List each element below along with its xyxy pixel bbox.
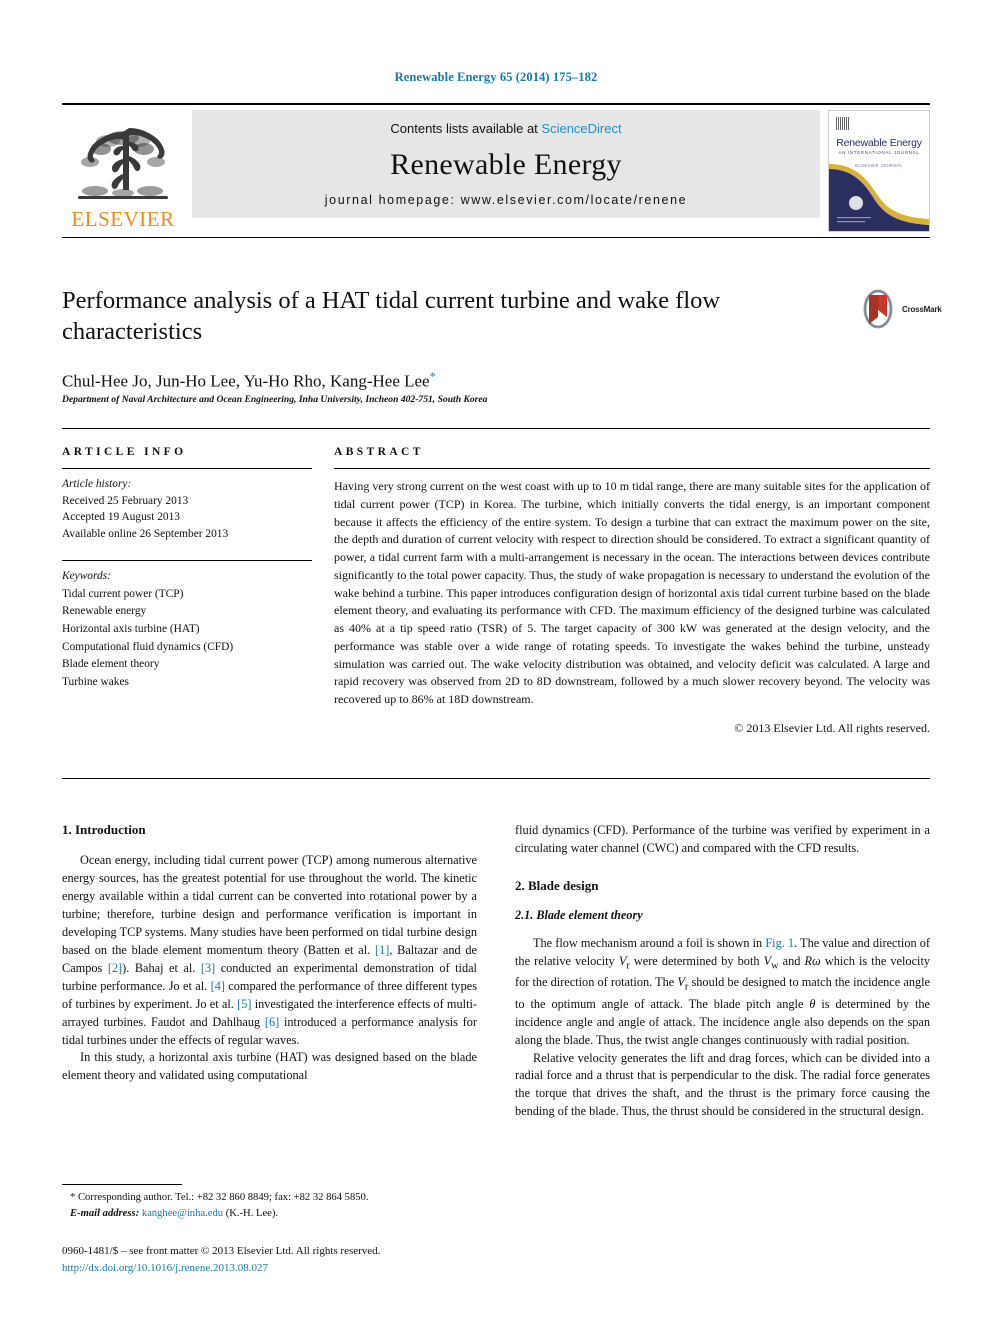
- journal-cover-thumbnail: Renewable Energy AN INTERNATIONAL JOURNA…: [828, 110, 930, 232]
- crossmark-badge[interactable]: CrossMark: [858, 288, 970, 330]
- intro-p1-c: ). Bahaj et al.: [122, 960, 201, 975]
- journal-title: Renewable Energy: [390, 147, 622, 181]
- article-info-heading: ARTICLE INFO: [62, 446, 187, 458]
- journal-masthead: ELSEVIER Contents lists available at Sci…: [62, 103, 930, 232]
- keyword-item: Computational fluid dynamics (CFD): [62, 640, 234, 653]
- journal-homepage-line[interactable]: journal homepage: www.elsevier.com/locat…: [192, 193, 820, 207]
- citation-ref-6[interactable]: [6]: [265, 1015, 279, 1029]
- footnote-rule: [62, 1184, 182, 1185]
- citation-ref-1[interactable]: [1]: [375, 943, 389, 957]
- citation-ref-4[interactable]: [4]: [211, 979, 225, 993]
- citation-ref-3[interactable]: [3]: [201, 961, 215, 975]
- right-column: fluid dynamics (CFD). Performance of the…: [515, 822, 930, 1121]
- right-paragraph-3: Relative velocity generates the lift and…: [515, 1050, 930, 1119]
- cover-subtitle-secondary: ELSEVIER JOURNAL: [855, 163, 903, 168]
- elsevier-logo: ELSEVIER: [62, 110, 184, 232]
- issn-line: 0960-1481/$ – see front matter © 2013 El…: [62, 1245, 381, 1257]
- right-p2-d: and: [778, 953, 805, 968]
- right-paragraph-1: fluid dynamics (CFD). Performance of the…: [515, 823, 930, 855]
- email-label: E-mail address:: [70, 1207, 140, 1219]
- abstract-text: Having very strong current on the west c…: [334, 479, 930, 706]
- cover-subtitle: AN INTERNATIONAL JOURNAL: [838, 150, 920, 155]
- author-list: Chul-Hee Jo, Jun-Ho Lee, Yu-Ho Rho, Kang…: [62, 369, 862, 392]
- keywords-block: Keywords: Tidal current power (TCP) Rene…: [62, 561, 312, 692]
- crossmark-icon: [863, 289, 893, 329]
- variable-vw: V: [763, 953, 772, 968]
- history-item: Accepted 19 August 2013: [62, 511, 180, 524]
- article-info-column: ARTICLE INFO Article history: Received 2…: [62, 446, 312, 736]
- masthead-bottom-rule: [62, 237, 930, 238]
- email-note: E-mail address: kanghee@inha.edu (K.-H. …: [62, 1206, 477, 1222]
- corresponding-author-note: * Corresponding author. Tel.: +82 32 860…: [70, 1192, 369, 1203]
- corresponding-author-marker: *: [429, 369, 436, 383]
- keyword-item: Blade element theory: [62, 658, 160, 671]
- intro-p1-a: Ocean energy, including tidal current po…: [62, 853, 477, 957]
- contents-prefix: Contents lists available at: [390, 121, 542, 136]
- abstract-copyright: © 2013 Elsevier Ltd. All rights reserved…: [734, 720, 930, 735]
- history-item: Received 25 February 2013: [62, 494, 189, 507]
- keyword-item: Horizontal axis turbine (HAT): [62, 623, 200, 636]
- elsevier-wordmark: ELSEVIER: [71, 207, 175, 231]
- right-p2-c: were determined by both: [629, 953, 764, 968]
- variable-vw-subscript: w: [771, 960, 779, 972]
- keywords-label: Keywords:: [62, 570, 111, 583]
- abstract-column: ABSTRACT Having very strong current on t…: [334, 446, 930, 736]
- figure-1-reference[interactable]: Fig. 1: [765, 936, 794, 950]
- email-owner: (K.-H. Lee).: [225, 1207, 279, 1219]
- cover-title: Renewable Energy: [836, 137, 922, 149]
- contents-available-line: Contents lists available at ScienceDirec…: [192, 121, 820, 136]
- article-info-abstract-band: ARTICLE INFO Article history: Received 2…: [62, 428, 930, 736]
- authors-names: Chul-Hee Jo, Jun-Ho Lee, Yu-Ho Rho, Kang…: [62, 371, 430, 391]
- sciencedirect-link[interactable]: ScienceDirect: [541, 121, 621, 136]
- left-column: 1. Introduction Ocean energy, including …: [62, 822, 477, 1121]
- paper-page: Renewable Energy 65 (2014) 175–182 ELSEV…: [0, 0, 992, 1323]
- affiliation: Department of Naval Architecture and Oce…: [62, 394, 488, 405]
- section-heading-introduction: 1. Introduction: [62, 822, 146, 837]
- right-paragraph-2: The flow mechanism around a foil is show…: [515, 935, 930, 1050]
- masthead-center-panel: Contents lists available at ScienceDirec…: [192, 110, 820, 218]
- crossmark-label: CrossMark: [902, 304, 942, 314]
- issn-footer: 0960-1481/$ – see front matter © 2013 El…: [62, 1243, 562, 1276]
- citation-ref-5[interactable]: [5]: [237, 997, 251, 1011]
- keyword-item: Turbine wakes: [62, 676, 129, 689]
- keyword-item: Renewable energy: [62, 605, 147, 618]
- email-link[interactable]: kanghee@inha.edu: [142, 1208, 223, 1219]
- abstract-heading: ABSTRACT: [334, 446, 424, 458]
- subsection-heading-blade-element-theory: 2.1. Blade element theory: [515, 907, 643, 922]
- cover-barcode-icon: [836, 117, 849, 130]
- footnote-block: * Corresponding author. Tel.: +82 32 860…: [62, 1184, 477, 1222]
- article-history-label: Article history:: [62, 478, 132, 490]
- abstract-band-bottom-rule: [62, 778, 930, 779]
- elsevier-tree-icon: [78, 128, 168, 199]
- history-item: Available online 26 September 2013: [62, 527, 229, 540]
- article-history-block: Article history: Received 25 February 20…: [62, 469, 312, 542]
- body-columns: 1. Introduction Ocean energy, including …: [62, 822, 930, 1121]
- keyword-item: Tidal current power (TCP): [62, 587, 184, 600]
- variable-vr-2: V: [677, 975, 685, 990]
- variable-r-omega: Rω: [804, 953, 821, 968]
- section-heading-blade-design: 2. Blade design: [515, 877, 599, 893]
- page-title: Performance analysis of a HAT tidal curr…: [62, 287, 721, 346]
- citation-ref-2[interactable]: [2]: [108, 961, 122, 975]
- doi-link[interactable]: http://dx.doi.org/10.1016/j.renene.2013.…: [62, 1260, 562, 1277]
- intro-paragraph-1: Ocean energy, including tidal current po…: [62, 852, 477, 1049]
- intro-paragraph-2: In this study, a horizontal axis turbine…: [62, 1050, 477, 1083]
- running-head: Renewable Energy 65 (2014) 175–182: [394, 70, 598, 84]
- title-block: Performance analysis of a HAT tidal curr…: [62, 285, 852, 348]
- right-p2-a: The flow mechanism around a foil is show…: [533, 935, 766, 950]
